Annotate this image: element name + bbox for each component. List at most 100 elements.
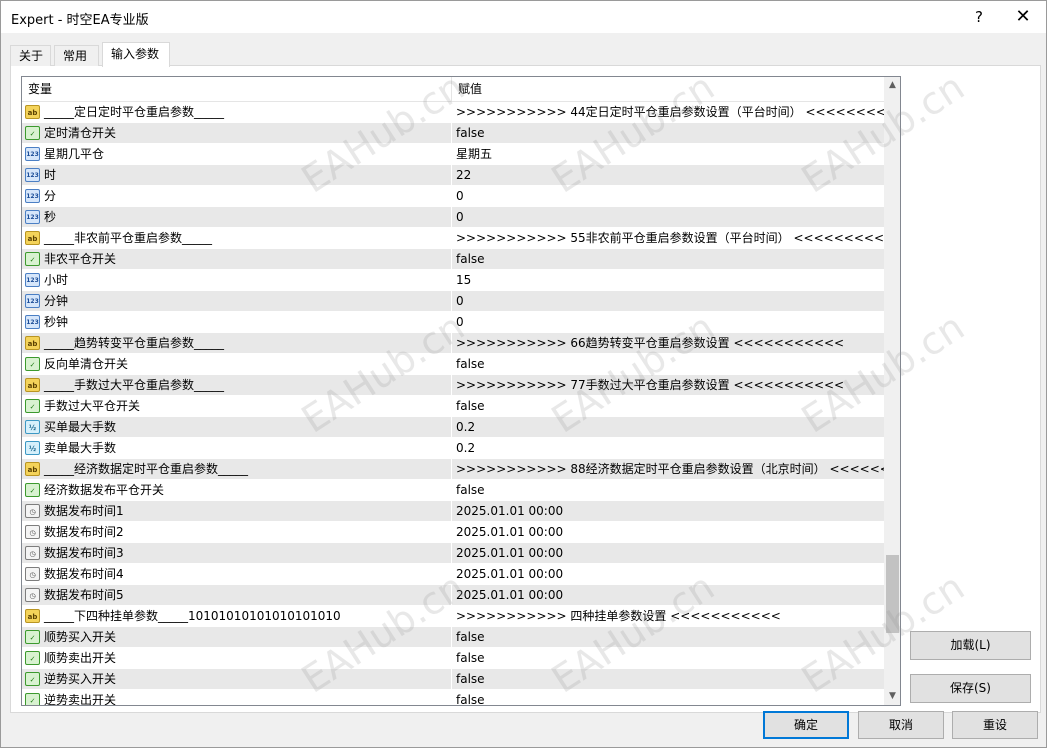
parameter-name-cell[interactable]: ✓ 非农平仓开关 [22, 249, 452, 270]
parameter-value[interactable]: false [454, 396, 884, 417]
parameter-value[interactable]: 2025.01.01 00:00 [454, 585, 884, 606]
parameter-row[interactable]: ½ 卖单最大手数 0.2 [22, 438, 884, 459]
parameter-name-cell[interactable]: 123 时 [22, 165, 452, 186]
parameter-value[interactable]: false [454, 123, 884, 144]
parameter-name-cell[interactable]: ✓ 手数过大平仓开关 [22, 396, 452, 417]
parameter-value[interactable]: 0 [454, 186, 884, 207]
parameter-name-cell[interactable]: ab _____下四种挂单参数_____10101010101010101010 [22, 606, 452, 627]
parameter-value[interactable]: >>>>>>>>>>> 88经济数据定时平仓重启参数设置（北京时间） <<<<<… [454, 459, 884, 480]
close-button[interactable]: ✕ [1001, 1, 1045, 33]
parameter-row[interactable]: ✓ 逆势买入开关 false [22, 669, 884, 690]
parameter-value[interactable]: >>>>>>>>>>> 66趋势转变平仓重启参数设置 <<<<<<<<<<< [454, 333, 884, 354]
parameter-value[interactable]: 0 [454, 312, 884, 333]
parameter-name-cell[interactable]: 123 秒 [22, 207, 452, 228]
parameter-row[interactable]: ab _____经济数据定时平仓重启参数_____ >>>>>>>>>>> 88经济… [22, 459, 884, 480]
parameter-value[interactable]: >>>>>>>>>>> 55非农前平仓重启参数设置（平台时间） <<<<<<<<… [454, 228, 884, 249]
parameter-row[interactable]: ab _____手数过大平仓重启参数_____ >>>>>>>>>>> 77手数过大… [22, 375, 884, 396]
parameter-name-cell[interactable]: ◷ 数据发布时间1 [22, 501, 452, 522]
reset-button[interactable]: 重设 [952, 711, 1038, 739]
parameter-name-cell[interactable]: ½ 买单最大手数 [22, 417, 452, 438]
parameter-name-cell[interactable]: ab _____非农前平仓重启参数_____ [22, 228, 452, 249]
parameter-row[interactable]: 123 星期几平仓 星期五 [22, 144, 884, 165]
parameter-name-cell[interactable]: ab _____手数过大平仓重启参数_____ [22, 375, 452, 396]
help-button[interactable]: ? [957, 1, 1001, 33]
parameter-row[interactable]: ab _____定日定时平仓重启参数_____ >>>>>>>>>>> 44定日定时… [22, 102, 884, 123]
parameter-row[interactable]: 123 秒钟 0 [22, 312, 884, 333]
parameter-name-cell[interactable]: 123 分钟 [22, 291, 452, 312]
parameter-value[interactable]: false [454, 627, 884, 648]
parameter-value[interactable]: false [454, 648, 884, 669]
parameter-value[interactable]: false [454, 690, 884, 705]
parameter-value[interactable]: 0 [454, 291, 884, 312]
parameter-value[interactable]: >>>>>>>>>>> 四种挂单参数设置 <<<<<<<<<<< [454, 606, 884, 627]
parameter-row[interactable]: ◷ 数据发布时间1 2025.01.01 00:00 [22, 501, 884, 522]
parameter-name-cell[interactable]: ◷ 数据发布时间3 [22, 543, 452, 564]
parameter-name-cell[interactable]: ✓ 反向单清仓开关 [22, 354, 452, 375]
parameter-value[interactable]: 2025.01.01 00:00 [454, 564, 884, 585]
parameter-name-cell[interactable]: ✓ 经济数据发布平仓开关 [22, 480, 452, 501]
scroll-thumb[interactable] [886, 555, 899, 633]
column-header-variable[interactable]: 变量 [22, 77, 452, 102]
parameter-name-cell[interactable]: ab _____定日定时平仓重启参数_____ [22, 102, 452, 123]
parameter-row[interactable]: ✓ 手数过大平仓开关 false [22, 396, 884, 417]
parameter-value[interactable]: 2025.01.01 00:00 [454, 543, 884, 564]
parameter-name-cell[interactable]: 123 分 [22, 186, 452, 207]
parameter-value[interactable]: 0.2 [454, 417, 884, 438]
parameter-row[interactable]: ab _____趋势转变平仓重启参数_____ >>>>>>>>>>> 66趋势转变… [22, 333, 884, 354]
parameter-name-cell[interactable]: 123 小时 [22, 270, 452, 291]
parameter-value[interactable]: 2025.01.01 00:00 [454, 501, 884, 522]
tab-common[interactable]: 常用 [54, 45, 99, 66]
parameter-row[interactable]: ✓ 反向单清仓开关 false [22, 354, 884, 375]
parameter-row[interactable]: ½ 买单最大手数 0.2 [22, 417, 884, 438]
parameter-name-cell[interactable]: ✓ 顺势卖出开关 [22, 648, 452, 669]
parameter-value[interactable]: 22 [454, 165, 884, 186]
parameter-row[interactable]: 123 时 22 [22, 165, 884, 186]
parameter-name-cell[interactable]: ✓ 顺势买入开关 [22, 627, 452, 648]
parameter-row[interactable]: 123 小时 15 [22, 270, 884, 291]
parameter-value[interactable]: 0.2 [454, 438, 884, 459]
save-button[interactable]: 保存(S) [910, 674, 1031, 703]
parameter-name-cell[interactable]: ab _____经济数据定时平仓重启参数_____ [22, 459, 452, 480]
parameter-name-cell[interactable]: ✓ 逆势买入开关 [22, 669, 452, 690]
parameter-row[interactable]: ◷ 数据发布时间3 2025.01.01 00:00 [22, 543, 884, 564]
parameter-value[interactable]: >>>>>>>>>>> 44定日定时平仓重启参数设置（平台时间） <<<<<<<… [454, 102, 884, 123]
parameter-name-cell[interactable]: ab _____趋势转变平仓重启参数_____ [22, 333, 452, 354]
parameter-row[interactable]: ✓ 顺势买入开关 false [22, 627, 884, 648]
parameter-name-cell[interactable]: ✓ 逆势卖出开关 [22, 690, 452, 705]
parameter-row[interactable]: ✓ 逆势卖出开关 false [22, 690, 884, 705]
parameter-row[interactable]: ab _____非农前平仓重启参数_____ >>>>>>>>>>> 55非农前平仓… [22, 228, 884, 249]
tab-about[interactable]: 关于 [10, 45, 51, 66]
parameter-value[interactable]: >>>>>>>>>>> 77手数过大平仓重启参数设置 <<<<<<<<<<< [454, 375, 884, 396]
parameter-value[interactable]: 2025.01.01 00:00 [454, 522, 884, 543]
parameter-row[interactable]: ✓ 非农平仓开关 false [22, 249, 884, 270]
parameter-row[interactable]: ab _____下四种挂单参数_____10101010101010101010 >… [22, 606, 884, 627]
parameter-row[interactable]: 123 分钟 0 [22, 291, 884, 312]
parameter-value[interactable]: false [454, 354, 884, 375]
parameter-value[interactable]: false [454, 669, 884, 690]
scroll-up-icon[interactable]: ▲ [884, 77, 900, 94]
parameter-value[interactable]: false [454, 480, 884, 501]
column-header-value[interactable]: 赋值 [452, 77, 884, 102]
parameter-value[interactable]: 星期五 [454, 144, 884, 165]
parameter-name-cell[interactable]: ◷ 数据发布时间2 [22, 522, 452, 543]
parameter-value[interactable]: false [454, 249, 884, 270]
ok-button[interactable]: 确定 [763, 711, 849, 739]
parameter-name-cell[interactable]: ✓ 定时清仓开关 [22, 123, 452, 144]
parameter-row[interactable]: ◷ 数据发布时间5 2025.01.01 00:00 [22, 585, 884, 606]
parameter-name-cell[interactable]: 123 星期几平仓 [22, 144, 452, 165]
scroll-down-icon[interactable]: ▼ [884, 688, 900, 705]
parameter-value[interactable]: 0 [454, 207, 884, 228]
load-button[interactable]: 加载(L) [910, 631, 1031, 660]
parameter-name-cell[interactable]: ½ 卖单最大手数 [22, 438, 452, 459]
parameter-name-cell[interactable]: 123 秒钟 [22, 312, 452, 333]
parameter-row[interactable]: ✓ 顺势卖出开关 false [22, 648, 884, 669]
parameter-row[interactable]: ◷ 数据发布时间4 2025.01.01 00:00 [22, 564, 884, 585]
vertical-scrollbar[interactable]: ▲ ▼ [884, 77, 900, 705]
parameter-name-cell[interactable]: ◷ 数据发布时间4 [22, 564, 452, 585]
parameter-row[interactable]: ✓ 定时清仓开关 false [22, 123, 884, 144]
parameter-row[interactable]: ✓ 经济数据发布平仓开关 false [22, 480, 884, 501]
cancel-button[interactable]: 取消 [858, 711, 944, 739]
parameter-value[interactable]: 15 [454, 270, 884, 291]
parameter-row[interactable]: 123 秒 0 [22, 207, 884, 228]
parameter-row[interactable]: ◷ 数据发布时间2 2025.01.01 00:00 [22, 522, 884, 543]
